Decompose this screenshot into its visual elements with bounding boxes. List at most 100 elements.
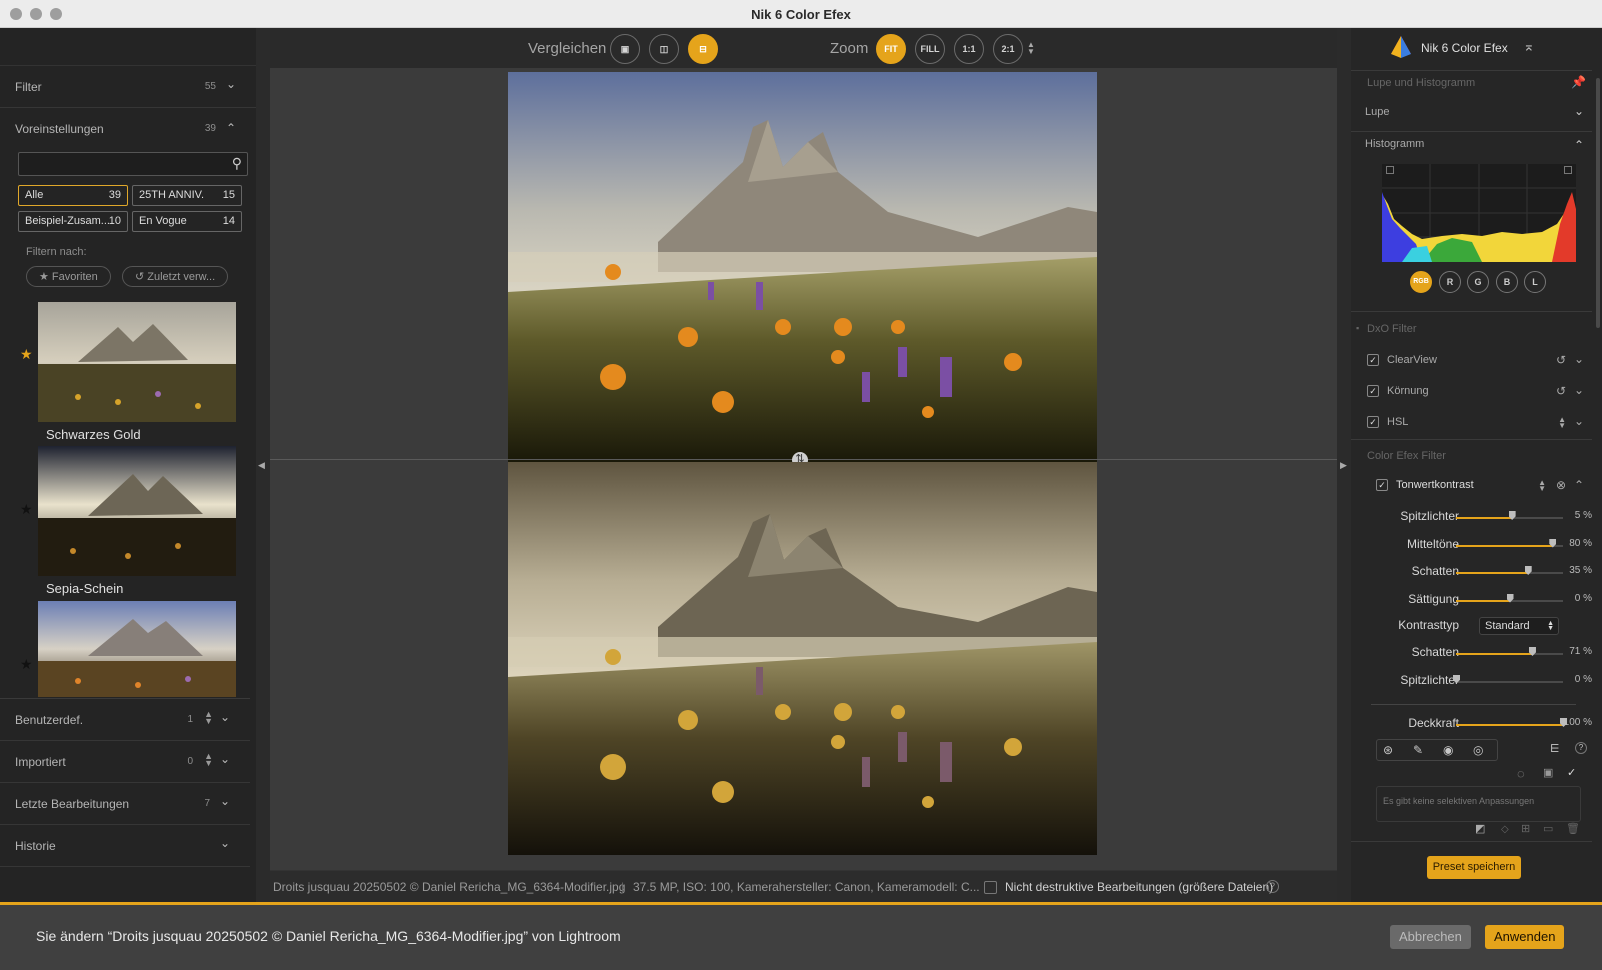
preset-card[interactable]	[38, 601, 236, 697]
history-section-header[interactable]: Historie ⌄	[0, 825, 250, 867]
apply-button[interactable]: Anwenden	[1485, 925, 1565, 949]
cancel-button[interactable]: Abbrechen	[1390, 925, 1471, 949]
tag-en-vogue[interactable]: En Vogue 14	[132, 211, 242, 232]
add-mask-icon[interactable]: ⊞	[1521, 822, 1530, 835]
mask-enable-icon[interactable]: ✓	[1567, 766, 1576, 779]
channel-r-button[interactable]: R	[1439, 271, 1461, 293]
slider-track[interactable]	[1456, 538, 1563, 548]
slider-track[interactable]	[1456, 566, 1563, 575]
channel-rgb-button[interactable]: RGB	[1410, 271, 1432, 293]
tag-25th-anniv[interactable]: 25TH ANNIV. 15	[132, 185, 242, 206]
zoom-1-1-button[interactable]: 1:1	[954, 34, 984, 64]
preset-card[interactable]: Schwarzes Gold	[38, 302, 236, 447]
edit-mask-icon[interactable]: ◩	[1475, 822, 1485, 835]
mask-view-icon[interactable]: ▣	[1543, 766, 1553, 779]
sort-stepper-icon[interactable]: ▲ ▼	[204, 710, 213, 726]
mask-settings-icon[interactable]: ⋿	[1550, 742, 1560, 755]
dxo-filter-grain[interactable]: ✓ Körnung ↺ ⌄	[1351, 383, 1592, 404]
brush-icon[interactable]: ✎	[1413, 743, 1423, 757]
favorite-star-icon[interactable]: ★	[20, 346, 33, 363]
help-icon[interactable]: ?	[1575, 742, 1587, 754]
favorite-star-icon[interactable]: ★	[20, 656, 33, 673]
recent-edits-section-header[interactable]: Letzte Bearbeitungen 7 ⌄	[0, 783, 250, 825]
custom-section-header[interactable]: Benutzerdef. 1 ▲ ▼ ⌄	[0, 699, 250, 741]
zoom-fit-button[interactable]: FIT	[876, 34, 906, 64]
chevron-down-icon[interactable]: ⌄	[1574, 414, 1584, 428]
dxo-filter-clearview[interactable]: ✓ ClearView ↺ ⌄	[1351, 352, 1592, 373]
histogram-row[interactable]: Histogramm ⌃	[1351, 138, 1592, 158]
slider-track[interactable]	[1456, 647, 1563, 656]
compare-stacked-button[interactable]: ⊟	[688, 34, 718, 64]
slider-track[interactable]	[1456, 718, 1567, 727]
help-icon[interactable]: ?	[1266, 880, 1279, 893]
clearview-checkbox[interactable]: ✓	[1367, 354, 1379, 366]
chevron-down-icon[interactable]: ⌄	[220, 836, 230, 850]
tag-alle[interactable]: Alle 39	[18, 185, 128, 206]
zoom-stepper-icon[interactable]: ▲ ▼	[1027, 41, 1035, 56]
tag-beispiel[interactable]: Beispiel-Zusam... 10	[18, 211, 128, 232]
compare-single-button[interactable]: ▣	[610, 34, 640, 64]
point-icon[interactable]: ◇	[1501, 824, 1509, 835]
chevron-down-icon[interactable]: ⌄	[1574, 104, 1584, 118]
chevron-down-icon[interactable]: ⌄	[1574, 352, 1584, 366]
channel-g-button[interactable]: G	[1467, 271, 1489, 293]
search-icon[interactable]: ⚲	[232, 155, 242, 172]
loupe-row[interactable]: Lupe ⌄	[1351, 104, 1592, 126]
save-preset-button[interactable]: Preset speichern	[1427, 856, 1521, 879]
filter-section-header[interactable]: Filter 55 ⌄	[0, 66, 256, 108]
pin-icon[interactable]: 📌	[1571, 75, 1586, 89]
remove-filter-icon[interactable]: ⊗	[1556, 478, 1566, 492]
slider-row: Deckkraft 100 %	[1351, 711, 1602, 738]
presets-section-header[interactable]: Voreinstellungen 39 ⌃	[0, 108, 256, 150]
favorite-star-icon[interactable]: ★	[20, 501, 33, 518]
contrast-type-select[interactable]: Standard ▲ ▼	[1479, 617, 1559, 635]
shadow-clip-toggle[interactable]	[1386, 166, 1394, 174]
slider-track[interactable]	[1453, 674, 1563, 684]
control-point-icon[interactable]: ⊛	[1383, 743, 1393, 757]
collapse-left-panel-icon[interactable]: ◀	[258, 460, 265, 471]
active-filter-header[interactable]: ✓ Tonwertkontrast ▲ ▼ ⊗ ⌃	[1351, 478, 1592, 498]
sort-stepper-icon[interactable]: ▲ ▼	[204, 752, 213, 768]
chevron-down-icon[interactable]: ⌄	[226, 77, 236, 91]
gradient-mask-icon[interactable]: ◎	[1473, 743, 1483, 757]
favorites-filter-button[interactable]: ★ Favoriten	[26, 266, 111, 287]
slider-track[interactable]	[1456, 511, 1563, 520]
chevron-up-icon[interactable]: ⌃	[1574, 478, 1584, 492]
reorder-icon[interactable]: ▲ ▼	[1538, 479, 1546, 493]
trash-icon[interactable]: 🗑	[1566, 822, 1580, 835]
chevron-down-icon[interactable]: ⌄	[220, 752, 230, 766]
preset-search-input[interactable]: ⚲	[18, 152, 248, 176]
preset-name: Sepia-Schein	[46, 581, 124, 596]
nondestructive-checkbox[interactable]	[984, 881, 997, 894]
luminance-mask-icon[interactable]: ◉	[1443, 743, 1453, 757]
hsl-checkbox[interactable]: ✓	[1367, 416, 1379, 428]
reset-icon[interactable]: ↺	[1556, 353, 1566, 367]
selection-circle-icon[interactable]: ◌	[1517, 766, 1525, 781]
slider-label: Deckkraft	[1408, 716, 1459, 730]
grain-checkbox[interactable]: ✓	[1367, 385, 1379, 397]
slider-track[interactable]	[1456, 593, 1563, 603]
imported-section-header[interactable]: Importiert 0 ▲ ▼ ⌄	[0, 741, 250, 783]
zoom-fill-button[interactable]: FILL	[915, 34, 945, 64]
reorder-icon[interactable]: ▲ ▼	[1558, 416, 1566, 430]
compare-split-button[interactable]: ◫	[649, 34, 679, 64]
collapse-up-icon[interactable]: ⌅	[1523, 38, 1535, 55]
channel-b-button[interactable]: B	[1496, 271, 1518, 293]
chevron-up-icon[interactable]: ⌃	[226, 121, 236, 135]
reset-icon[interactable]: ↺	[1556, 384, 1566, 398]
folder-icon[interactable]: ▭	[1543, 822, 1553, 835]
channel-l-button[interactable]: L	[1524, 271, 1546, 293]
chevron-down-icon[interactable]: ⌄	[220, 710, 230, 724]
collapse-right-panel-icon[interactable]: ▶	[1340, 460, 1347, 471]
highlight-clip-toggle[interactable]	[1564, 166, 1572, 174]
scrollbar[interactable]	[1596, 78, 1600, 328]
status-bar: Droits jusquau 20250502 © Daniel Rericha…	[270, 870, 1337, 902]
chevron-up-icon[interactable]: ⌃	[1574, 138, 1584, 152]
preset-card[interactable]: Sepia-Schein	[38, 446, 236, 601]
chevron-down-icon[interactable]: ⌄	[1574, 383, 1584, 397]
chevron-down-icon[interactable]: ⌄	[220, 794, 230, 808]
dxo-filter-hsl[interactable]: ✓ HSL ▲ ▼ ⌄	[1351, 414, 1592, 435]
recent-filter-button[interactable]: ↺ Zuletzt verw...	[122, 266, 229, 287]
tonal-contrast-checkbox[interactable]: ✓	[1376, 479, 1388, 491]
zoom-2-1-button[interactable]: 2:1	[993, 34, 1023, 64]
